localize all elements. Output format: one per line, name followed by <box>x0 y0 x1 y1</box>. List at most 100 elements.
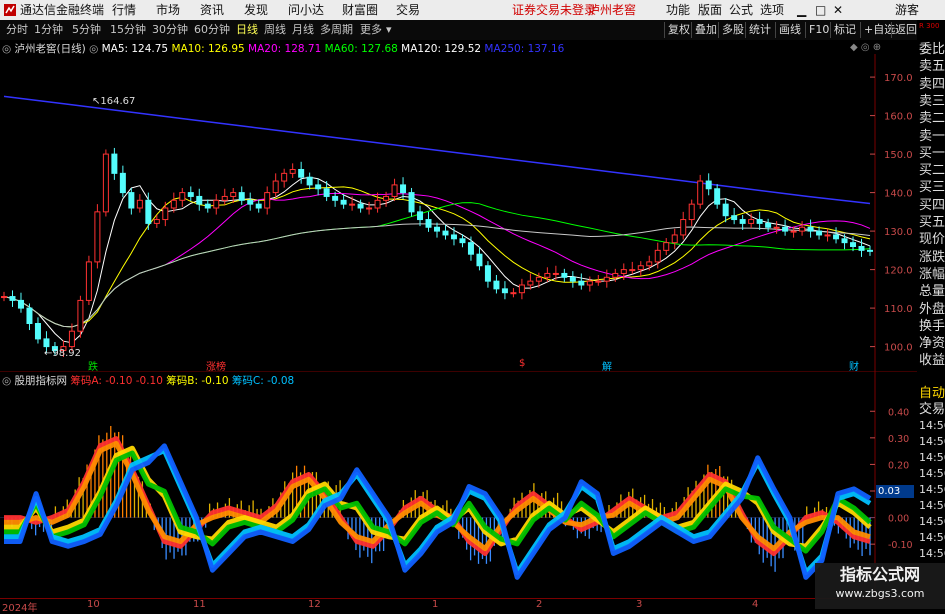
guest-label[interactable]: 游客 <box>895 2 919 18</box>
candle-body <box>230 192 237 197</box>
ind-y-tick-label: 0.20 <box>888 460 909 471</box>
candle-body <box>510 292 517 295</box>
quote-row-label: 外盘 <box>919 301 945 317</box>
main-chart-legend: ◎ 泸州老窖(日线) ◎ MA5: 124.75 MA10: 126.95 MA… <box>2 42 564 56</box>
menu-banmian[interactable]: 版面 <box>698 2 722 18</box>
event-zhangbang[interactable]: 涨榜 <box>206 358 226 373</box>
period-multi[interactable]: 多周期 <box>320 23 353 37</box>
candle-body <box>527 280 534 286</box>
tick-row-label: 14:56 <box>919 483 945 496</box>
indicator-chart[interactable]: 0.400.300.200.100.00-0.10-0.20 <box>0 372 917 598</box>
indicator-title: 股朋指标网 <box>14 375 68 387</box>
candle-body <box>162 207 169 221</box>
legend-collapse-icon[interactable]: ◎ <box>2 43 11 55</box>
candle-body <box>518 284 525 294</box>
ma-settings-icon[interactable]: ◎ <box>89 43 98 55</box>
tool-tongji[interactable]: 统计 <box>745 22 774 38</box>
tool-biaoji[interactable]: 标记 <box>830 22 859 38</box>
legend-ma120: MA120: 129.52 <box>401 43 482 55</box>
legend-ma20: MA20: 128.71 <box>248 43 322 55</box>
candle-body <box>434 226 440 232</box>
menu-hangqing[interactable]: 行情 <box>112 2 136 18</box>
candle-body <box>552 272 559 275</box>
candle-body <box>578 280 585 286</box>
period-15min[interactable]: 15分钟 <box>110 23 146 37</box>
candle-body <box>561 272 568 278</box>
period-1min[interactable]: 1分钟 <box>34 23 63 37</box>
candle-body <box>1 296 7 299</box>
y-tick-label: 160.0 <box>884 112 913 123</box>
period-daily[interactable]: 日线 <box>236 23 258 37</box>
event-die[interactable]: 跌 <box>88 358 98 373</box>
tick-row-label[interactable]: 交易 <box>919 402 945 417</box>
candle-body <box>654 249 661 263</box>
period-more[interactable]: 更多 <box>360 23 382 37</box>
period-60min[interactable]: 60分钟 <box>194 23 230 37</box>
candle-body <box>68 330 75 348</box>
menu-gongshi[interactable]: 公式 <box>729 2 753 18</box>
ind-settings-icon[interactable]: ◎ <box>2 375 11 387</box>
tool-f10[interactable]: F10 <box>805 22 832 38</box>
candle-body <box>9 296 16 301</box>
chart-nav-icons[interactable]: ◆ ◎ ⊕ <box>850 42 881 53</box>
quote-row-label: 现价 <box>919 232 945 248</box>
candle-body <box>484 265 491 282</box>
y-tick-label: 170.0 <box>884 73 913 84</box>
x-label-1: 1 <box>432 599 439 610</box>
menu-zixun[interactable]: 资讯 <box>200 2 224 18</box>
candle-body <box>850 242 857 247</box>
candle-body <box>289 169 296 174</box>
candle-body <box>782 226 789 232</box>
stock-link[interactable]: 泸州老窖 <box>588 2 636 18</box>
tool-duogu[interactable]: 多股 <box>718 22 747 38</box>
quote-row-label: 买三 <box>919 180 945 196</box>
tool-fuquan[interactable]: 复权 <box>664 22 693 38</box>
event-cai[interactable]: 财 <box>849 358 859 373</box>
candle-body <box>595 280 602 283</box>
main-price-chart[interactable]: 170.0 160.0 150.0 140.0 130.0 120.0 110.0 100.0 <box>0 40 917 372</box>
ind-y-tick-label: -0.10 <box>888 540 913 551</box>
tool-fanhui[interactable]: 返回 <box>891 22 920 38</box>
candle-body <box>663 242 670 251</box>
trade-login-warning[interactable]: 证券交易未登录 <box>512 2 596 18</box>
watermark-title: 指标公式网 <box>839 565 920 584</box>
tool-huaxian[interactable]: 画线 <box>775 22 804 38</box>
tick-row-label[interactable]: 自动 <box>919 386 945 401</box>
candle-body <box>179 192 186 201</box>
more-chevron-icon[interactable]: ▾ <box>386 23 392 37</box>
menu-jiaoyi[interactable]: 交易 <box>396 2 420 18</box>
minimize-icon[interactable]: ▁ <box>797 2 806 18</box>
ind-y-tick-label: 0.40 <box>888 407 909 418</box>
event-dollar[interactable]: $ <box>519 358 525 369</box>
candle-body <box>77 299 84 332</box>
menu-gongneng[interactable]: 功能 <box>666 2 690 18</box>
candle-body <box>442 230 449 236</box>
candle-body <box>739 219 746 224</box>
app-title: 通达信金融终端 <box>20 3 105 17</box>
x-label-2024: 2024年 <box>2 603 38 614</box>
tick-row-label: 14:56 <box>919 435 945 448</box>
menu-xuanxiang[interactable]: 选项 <box>760 2 784 18</box>
period-5min[interactable]: 5分钟 <box>72 23 101 37</box>
candle-body <box>357 203 364 209</box>
candle-body <box>170 199 177 209</box>
menu-shichang[interactable]: 市场 <box>156 2 180 18</box>
candle-body <box>756 219 763 224</box>
menu-caifuquan[interactable]: 财富圈 <box>342 2 378 18</box>
menu-wenxiaoda[interactable]: 问小达 <box>288 2 324 18</box>
tool-diejia[interactable]: 叠加 <box>691 22 720 38</box>
close-icon[interactable]: ✕ <box>833 2 843 18</box>
period-monthly[interactable]: 月线 <box>292 23 314 37</box>
period-weekly[interactable]: 周线 <box>264 23 286 37</box>
y-tick-label: 110.0 <box>884 304 913 315</box>
y-tick-label: 120.0 <box>884 266 913 277</box>
quote-row-label: 涨跌 <box>919 249 945 265</box>
event-jie[interactable]: 解 <box>602 358 612 373</box>
candle-body <box>374 199 381 209</box>
period-30min[interactable]: 30分钟 <box>152 23 188 37</box>
period-fenshi[interactable]: 分时 <box>6 23 28 37</box>
maximize-icon[interactable]: □ <box>815 2 826 18</box>
quote-row-label: 卖三 <box>919 93 945 109</box>
menu-faxian[interactable]: 发现 <box>244 2 268 18</box>
candle-body <box>697 180 704 205</box>
